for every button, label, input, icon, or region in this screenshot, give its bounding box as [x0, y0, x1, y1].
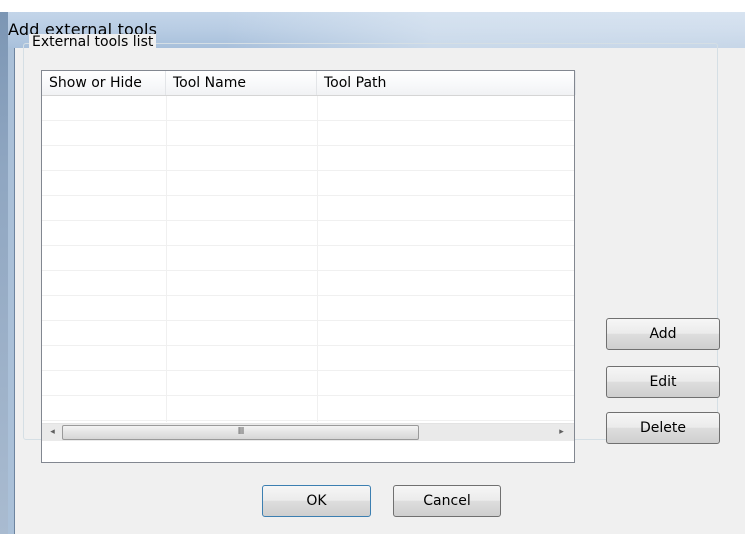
background-window-edge: [0, 12, 8, 534]
edit-button[interactable]: Edit: [606, 366, 720, 398]
grid-line: [317, 96, 318, 422]
list-row[interactable]: [42, 296, 574, 321]
list-row[interactable]: [42, 146, 574, 171]
list-row[interactable]: [42, 121, 574, 146]
list-row[interactable]: [42, 96, 574, 121]
cancel-button[interactable]: Cancel: [393, 485, 501, 517]
column-header-tool-name[interactable]: Tool Name: [166, 71, 317, 95]
scrollbar-thumb[interactable]: III: [62, 425, 419, 440]
horizontal-scrollbar[interactable]: ◂ III ▸: [42, 423, 574, 441]
list-row[interactable]: [42, 196, 574, 221]
delete-button[interactable]: Delete: [606, 412, 720, 444]
list-row[interactable]: [42, 271, 574, 296]
list-row[interactable]: [42, 396, 574, 421]
list-row[interactable]: [42, 171, 574, 196]
ok-button[interactable]: OK: [262, 485, 371, 517]
list-row[interactable]: [42, 371, 574, 396]
column-header-show-or-hide[interactable]: Show or Hide: [42, 71, 166, 95]
groupbox-label: External tools list: [29, 34, 157, 50]
list-row[interactable]: [42, 346, 574, 371]
grid-line: [166, 96, 167, 422]
list-header: Show or Hide Tool Name Tool Path: [42, 71, 576, 96]
scroll-right-arrow-icon[interactable]: ▸: [553, 424, 570, 441]
add-button[interactable]: Add: [606, 318, 720, 350]
list-row[interactable]: [42, 221, 574, 246]
external-tools-list[interactable]: Show or Hide Tool Name Tool Path ◂ III ▸: [41, 70, 576, 463]
grip-icon: III: [237, 426, 245, 437]
list-row[interactable]: [42, 321, 574, 346]
background-strip: [0, 0, 745, 12]
list-row[interactable]: [42, 246, 574, 271]
column-header-tool-path[interactable]: Tool Path: [317, 71, 576, 95]
scroll-left-arrow-icon[interactable]: ◂: [44, 424, 61, 441]
